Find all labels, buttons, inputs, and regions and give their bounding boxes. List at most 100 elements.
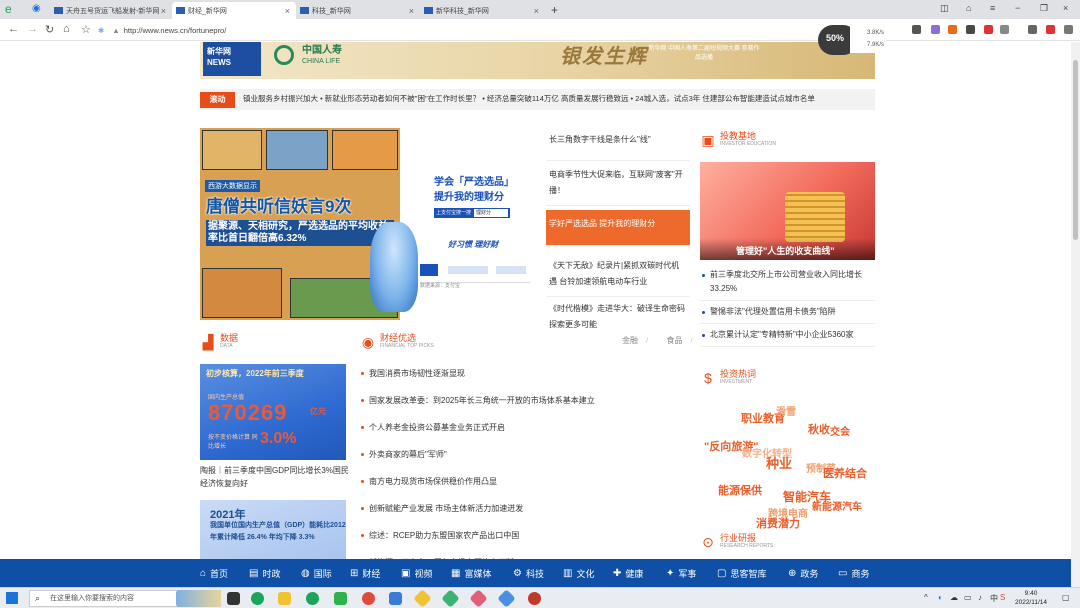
- taskbar-clock[interactable]: 9:40 2022/11/14: [1010, 589, 1052, 607]
- nav-government[interactable]: ⊕ 政务: [788, 559, 818, 587]
- tag-word[interactable]: 秋收: [808, 421, 830, 437]
- file-explorer-icon[interactable]: [278, 592, 291, 605]
- headline-item[interactable]: 电商季节性大促来临，互联网"废客"开播！: [546, 161, 690, 206]
- close-tab-icon[interactable]: ×: [534, 6, 539, 16]
- home-icon[interactable]: ⌂: [63, 23, 70, 35]
- list-item[interactable]: 我国消费市场韧性逐渐显现: [360, 360, 690, 387]
- data-header[interactable]: ▟ 数据 DATA: [200, 334, 238, 351]
- tab-xinhua-tech[interactable]: 新华科技_新华网 ×: [420, 2, 545, 19]
- investor-feature-image[interactable]: 管理好"人生的收支曲线": [700, 162, 875, 260]
- energy-infographic[interactable]: 2021年 我国单位国内生产总值（GDP）能耗比2012年累计降低 26.4% …: [200, 500, 346, 564]
- wechat-icon[interactable]: [334, 592, 347, 605]
- url-text[interactable]: http://www.news.cn/fortunepro/: [124, 26, 227, 35]
- nav-think-tank[interactable]: ▢ 思客智库: [717, 559, 766, 587]
- headline-item[interactable]: 《时代楷模》走进华大：破译生命密码 探索更多可能: [546, 297, 690, 337]
- new-tab-button[interactable]: +: [551, 3, 558, 17]
- reload-icon[interactable]: ↻: [45, 23, 54, 36]
- xinhua-logo[interactable]: 新华网 NEWS: [203, 42, 261, 76]
- shield-icon[interactable]: ◫: [940, 3, 949, 14]
- tray-app-icon[interactable]: S: [1000, 593, 1005, 602]
- research-header[interactable]: ⊙ 行业研报 RESEARCH REPORTS: [700, 534, 773, 551]
- gdp-infographic[interactable]: 初步核算，2022年前三季度 国内生产总值 870269 亿元 按不变价格计算 …: [200, 364, 346, 460]
- browser-360-icon[interactable]: [306, 592, 319, 605]
- task-view-icon[interactable]: [227, 592, 240, 605]
- data-caption[interactable]: 陶报｜前三季度中国GDP同比增长3%国民经济恢复向好: [200, 464, 350, 490]
- list-item[interactable]: 警惕非法"代理处置信用卡债务"陷阱: [700, 301, 875, 324]
- page-scrollbar[interactable]: [1071, 42, 1080, 587]
- nav-home[interactable]: ⌂ 首页: [200, 559, 228, 587]
- tab-finance[interactable]: 财经_新华网 ×: [172, 2, 296, 19]
- chrome-icon[interactable]: [362, 592, 375, 605]
- bookmark-star-icon[interactable]: ☆: [81, 23, 91, 36]
- close-tab-icon[interactable]: ×: [285, 6, 290, 16]
- tab-history-icon[interactable]: ◉: [32, 3, 41, 14]
- ime-indicator[interactable]: 中: [990, 593, 998, 604]
- nav-international[interactable]: ◍ 国际: [301, 559, 332, 587]
- app-yellow-icon[interactable]: [413, 589, 432, 608]
- headline-item[interactable]: 《天下无敌》纪录片|紧抓双碳时代机遇 台铃加速领航电动车行业: [546, 252, 690, 297]
- nav-business[interactable]: ▭ 商务: [838, 559, 869, 587]
- app-blue-icon[interactable]: [497, 589, 516, 608]
- back-icon[interactable]: ←: [8, 23, 19, 35]
- tray-cloud-icon[interactable]: ☁: [950, 593, 958, 602]
- list-item[interactable]: 创新赋能产业发展 市场主体新活力加速迸发: [360, 495, 690, 522]
- maximize-button[interactable]: ❐: [1040, 3, 1048, 14]
- screen-icon[interactable]: [966, 25, 975, 34]
- close-tab-icon[interactable]: ×: [161, 6, 166, 16]
- headline-item[interactable]: 长三角数字干线是条什么"线": [546, 130, 690, 161]
- edge-icon[interactable]: [251, 592, 264, 605]
- list-item[interactable]: 综述：RCEP助力东盟国家农产品出口中国: [360, 522, 690, 549]
- pin-icon[interactable]: ⌂: [966, 3, 971, 13]
- nav-tech[interactable]: ⚙ 科技: [513, 559, 544, 587]
- tag-word[interactable]: 能源保供: [718, 482, 762, 498]
- forward-icon[interactable]: →: [27, 23, 38, 35]
- tab-shenzhou[interactable]: 天舟五号货运飞船发射-新华网 ×: [50, 2, 172, 19]
- tray-volume-icon[interactable]: ♪: [978, 593, 982, 602]
- hot-invest-header[interactable]: $ 投资热词 INVESTMENT: [700, 370, 756, 387]
- hero-ad-search[interactable]: 上支付宝搜一搜 理财分: [434, 208, 510, 218]
- close-window-button[interactable]: ×: [1063, 3, 1068, 13]
- tab-tech[interactable]: 科技_新华网 ×: [296, 2, 420, 19]
- list-item[interactable]: 个人养老金投资公募基金业务正式开启: [360, 414, 690, 441]
- nav-finance[interactable]: ⊞ 财经: [350, 559, 380, 587]
- tag-word[interactable]: 种业: [766, 453, 792, 472]
- nav-military[interactable]: ✦ 军事: [666, 559, 696, 587]
- notification-icon[interactable]: ▢: [1062, 593, 1070, 602]
- list-item[interactable]: 国家发展改革委：到2025年长三角统一开放的市场体系基本建立: [360, 387, 690, 414]
- tag-word[interactable]: 新能源汽车: [812, 498, 862, 513]
- nav-rich-media[interactable]: ▦ 富媒体: [451, 559, 491, 587]
- extension-icon[interactable]: [931, 25, 940, 34]
- scrollbar-thumb[interactable]: [1073, 60, 1078, 240]
- investor-education-header[interactable]: ▣ 投教基地 INVESTOR EDUCATION: [700, 132, 776, 149]
- tag-word[interactable]: 医养结合: [823, 465, 867, 481]
- list-item[interactable]: 外卖商家的幕后"军师": [360, 441, 690, 468]
- tag-word[interactable]: 滑雪: [776, 403, 796, 418]
- address-bar[interactable]: ✱ ▲ http://www.news.cn/fortunepro/: [98, 22, 798, 38]
- minimize-button[interactable]: −: [1015, 3, 1020, 13]
- nav-politics[interactable]: ▤ 时政: [249, 559, 280, 587]
- nav-culture[interactable]: ▥ 文化: [563, 559, 594, 587]
- finance-picks-header[interactable]: ◉ 财经优选 FINANCIAL TOP PICKS: [360, 334, 434, 351]
- close-tab-icon[interactable]: ×: [409, 6, 414, 16]
- game-icon[interactable]: [948, 25, 957, 34]
- grid-icon[interactable]: [1000, 25, 1009, 34]
- menu-icon[interactable]: ≡: [990, 3, 995, 13]
- user-icon[interactable]: [1046, 25, 1055, 34]
- scissors-icon[interactable]: [912, 25, 921, 34]
- tray-chevron-icon[interactable]: ^: [924, 593, 928, 602]
- download-icon[interactable]: [1028, 25, 1037, 34]
- search-highlight-image[interactable]: [176, 590, 221, 607]
- app-red-icon[interactable]: [528, 592, 541, 605]
- remote-desktop-icon[interactable]: [389, 592, 402, 605]
- tag-word[interactable]: 交会: [830, 423, 850, 438]
- browser-logo-icon[interactable]: e: [5, 2, 12, 16]
- windows-start-icon[interactable]: [6, 592, 18, 604]
- app-green-icon[interactable]: [441, 589, 460, 608]
- headline-item-highlight[interactable]: 学好严选选品 提升我的理财分: [546, 210, 690, 246]
- tray-network-icon[interactable]: ◐: [938, 593, 943, 602]
- ticker-text[interactable]: 镇业服务乡村振兴加大 • 新就业形态劳动者如何不被"困"在工作时长里？ • 经济…: [243, 93, 873, 104]
- more-icon[interactable]: [1064, 25, 1073, 34]
- list-item[interactable]: 前三季度北交所上市公司营业收入同比增长33.25%: [700, 264, 875, 301]
- nav-health[interactable]: ✚ 健康: [613, 559, 643, 587]
- app-pink-icon[interactable]: [469, 589, 488, 608]
